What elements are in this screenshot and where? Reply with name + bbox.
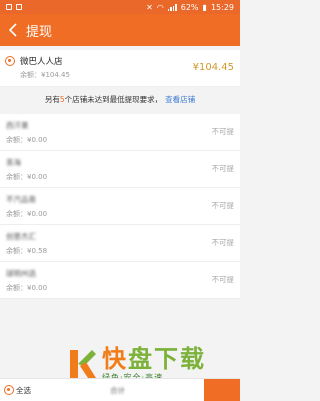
select-all-label[interactable]: 全选 [16,385,31,396]
wifi-icon: ◠ [156,2,164,12]
store-item-name: 不汽品易 [6,195,36,204]
watermark-brand: 快 [102,344,128,373]
chevron-left-icon [8,23,17,37]
list-item: 西汗果 余额：¥0.00 不可提 [0,114,240,151]
notice-bar: 另有 5 个店铺未达到最低提现要求， 查看店铺 [0,86,240,112]
store-amount: ¥104.45 [192,62,234,73]
list-item: 茶海 余额：¥0.00 不可提 [0,151,240,188]
battery-icon: ▮ [202,2,207,12]
store-item-name: 茶海 [6,158,21,167]
app-bar: 提现 [0,14,240,46]
view-stores-link[interactable]: 查看店铺 [165,94,195,105]
notice-suffix: 个店铺未达到最低提现要求， [64,94,163,104]
list-item: 不汽品易 余额：¥0.00 不可提 [0,188,240,225]
mute-icon: ✕ [146,2,153,12]
signal-icon [167,3,177,11]
k-logo-icon [70,350,96,378]
store-item-name: 球明州选 [6,269,36,278]
page-title: 提现 [26,24,53,40]
store-name: 微巴人人店 [20,57,63,67]
withdraw-button[interactable] [204,379,240,401]
list-item: 球明州选 余额：¥0.00 不可提 [0,262,240,299]
battery-percent: 62% [180,2,199,12]
footer-bar: 全选 合计 [0,378,240,401]
watermark-brand-rest: 盘下载 [128,344,206,373]
withdraw-status: 不可提 [211,164,235,173]
notification-icon [6,4,12,10]
store-card[interactable]: 微巴人人店 余额：¥104.45 ¥104.45 [0,50,240,87]
status-bar: ✕ ◠ 62% ▮ 15:29 [0,0,240,14]
store-item-balance: 余额：¥0.00 [6,284,48,292]
withdraw-status: 不可提 [211,127,235,136]
list-item: 创意杰汇 余额：¥0.58 不可提 [0,225,240,262]
back-button[interactable] [0,14,26,46]
store-balance: 余额：¥104.45 [20,71,70,79]
withdraw-status: 不可提 [211,275,235,284]
store-item-name: 创意杰汇 [6,232,36,241]
store-item-balance: 余额：¥0.58 [6,247,48,255]
total-label: 合计 [110,386,125,395]
store-item-balance: 余额：¥0.00 [6,173,48,181]
store-checkbox[interactable] [5,56,15,66]
select-all-checkbox[interactable] [4,385,14,395]
notice-prefix: 另有 [44,94,60,104]
withdraw-status: 不可提 [211,201,235,210]
store-item-name: 西汗果 [6,121,29,130]
store-item-balance: 余额：¥0.00 [6,210,48,218]
store-item-balance: 余额：¥0.00 [6,136,48,144]
store-list: 西汗果 余额：¥0.00 不可提 茶海 余额：¥0.00 不可提 不汽品易 余额… [0,114,240,299]
withdraw-status: 不可提 [211,238,235,247]
clock: 15:29 [210,2,234,12]
notification-icon [16,4,22,10]
